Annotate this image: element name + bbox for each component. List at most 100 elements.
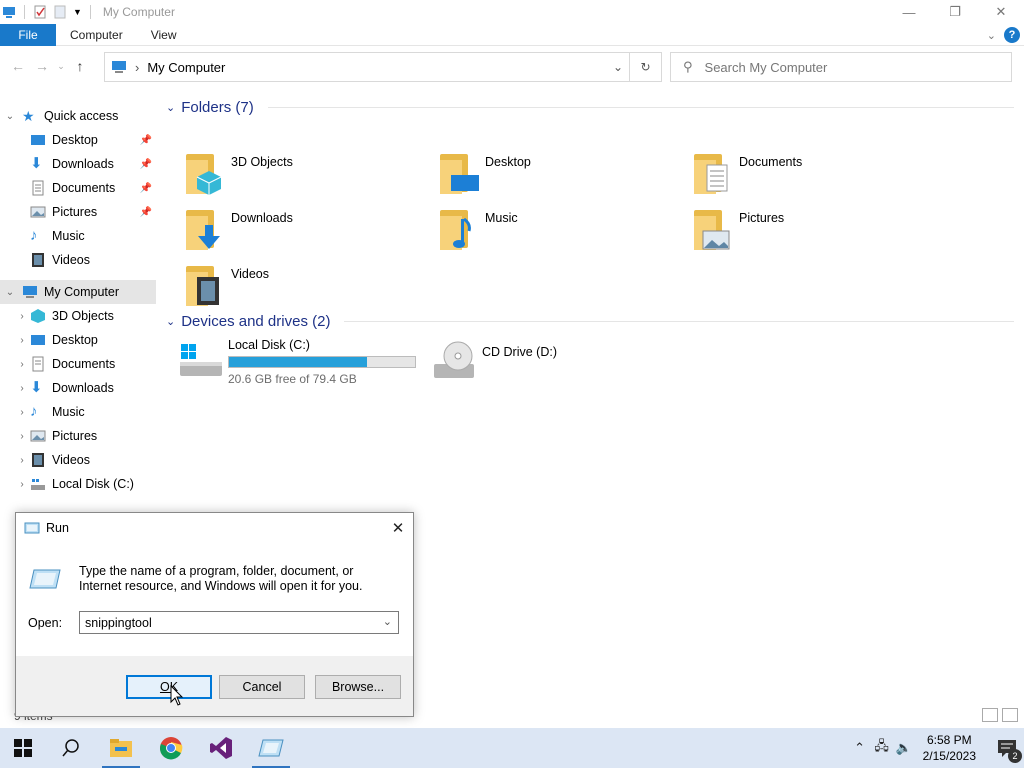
taskbar-search-button[interactable] [46,728,96,768]
refresh-icon[interactable]: ↻ [629,53,661,81]
volume-icon[interactable]: 🔈 [893,740,915,756]
drive-label: Local Disk (C:) [228,338,310,352]
chevron-down-icon[interactable]: ⌄ [383,615,392,628]
sidebar-item-quick-access[interactable]: ⌄ ★ Quick access [0,104,156,128]
sidebar-item-desktop[interactable]: › Desktop [0,328,156,352]
collapsed-chevron-icon[interactable]: › [16,455,28,466]
sidebar-item-3d-objects[interactable]: › 3D Objects [0,304,156,328]
collapsed-chevron-icon[interactable]: › [16,383,28,394]
ok-button[interactable]: OK [126,675,212,699]
taskbar-run[interactable] [246,728,296,768]
sidebar-item-pictures[interactable]: › Pictures [0,424,156,448]
drive-free-space: 20.6 GB free of 79.4 GB [228,372,357,386]
tab-view[interactable]: View [137,24,191,46]
window-title: My Computer [102,5,175,19]
taskbar-visual-studio[interactable] [196,728,246,768]
sidebar-item-music[interactable]: › ♪ Music [0,400,156,424]
taskbar-chrome[interactable] [146,728,196,768]
expanded-chevron-icon[interactable]: ⌄ [4,287,16,298]
network-icon[interactable]: 🖧 [871,737,893,759]
browse-button[interactable]: Browse... [315,675,401,699]
collapsed-chevron-icon[interactable]: › [16,311,28,322]
close-button[interactable]: ✕ [978,0,1024,24]
sidebar-item-my-computer[interactable]: ⌄ My Computer [0,280,156,304]
folders-grid: 3D Objects Desktop Documents Downloads M… [166,118,1024,314]
folder-label: Desktop [485,155,531,169]
system-tray: ⌃ 🖧 🔈 6:58 PM 2/15/2023 2 [849,728,1024,768]
tab-computer[interactable]: Computer [56,24,137,46]
drive-cd-d[interactable]: CD Drive (D:) [420,338,557,384]
close-icon[interactable]: ✕ [383,513,413,542]
expand-ribbon-chevron-icon[interactable]: ⌄ [987,29,996,42]
folders-group-header[interactable]: ⌄ Folders (7) [166,96,1024,118]
collapsed-chevron-icon[interactable]: › [16,431,28,442]
run-dialog-body: Type the name of a program, folder, docu… [16,542,413,656]
details-view-icon[interactable] [982,708,998,722]
taskbar-file-explorer[interactable] [96,728,146,768]
folder-3d-objects[interactable]: 3D Objects [166,148,416,202]
folder-videos[interactable]: Videos [166,260,416,314]
back-arrow-icon[interactable]: ← [6,54,30,78]
collapsed-chevron-icon[interactable]: › [16,479,28,490]
recent-locations-chevron-icon[interactable]: ⌄ [54,54,68,78]
sidebar-item-downloads[interactable]: ⬇ Downloads 📌 [0,152,156,176]
sidebar-item-label: Pictures [52,429,98,443]
tab-file[interactable]: File [0,23,56,46]
up-arrow-icon[interactable]: ↑ [68,54,92,78]
address-dropdown-chevron-icon[interactable]: ⌄ [613,60,623,74]
expanded-chevron-icon[interactable]: ⌄ [166,101,175,114]
folder-pictures[interactable]: Pictures [674,204,924,258]
help-icon[interactable]: ? [1004,27,1020,43]
folder-label: 3D Objects [231,155,293,169]
folder-music[interactable]: Music [420,204,670,258]
videos-icon [30,252,46,268]
expanded-chevron-icon[interactable]: ⌄ [4,111,16,122]
show-hidden-icons-chevron-icon[interactable]: ⌃ [849,740,871,756]
3d-objects-folder-icon [184,152,228,198]
collapsed-chevron-icon[interactable]: › [16,359,28,370]
run-dialog-titlebar[interactable]: Run [16,513,413,542]
documents-folder-icon [692,152,736,198]
start-button[interactable] [0,728,46,768]
computer-app-icon [2,5,16,19]
content-pane: ⌄ Folders (7) 3D Objects Desktop Documen… [166,96,1024,412]
collapsed-chevron-icon[interactable]: › [16,335,28,346]
sidebar-item-downloads[interactable]: › ⬇ Downloads [0,376,156,400]
properties-icon[interactable] [33,5,47,19]
sidebar-item-music[interactable]: ♪ Music [0,224,156,248]
restore-button[interactable]: ❐ [932,0,978,24]
breadcrumb[interactable]: My Computer [147,60,225,75]
folder-documents[interactable]: Documents [674,148,924,202]
open-input-value[interactable]: snippingtool [85,616,152,630]
forward-arrow-icon[interactable]: → [30,54,54,78]
open-combobox[interactable]: snippingtool ⌄ [79,611,399,634]
new-folder-icon[interactable] [53,5,67,19]
sidebar-item-documents[interactable]: Documents 📌 [0,176,156,200]
sidebar-item-local-disk[interactable]: › Local Disk (C:) [0,472,156,496]
sidebar-item-label: Documents [52,357,116,371]
clock[interactable]: 6:58 PM 2/15/2023 [923,732,976,764]
search-input[interactable]: ⚲ Search My Computer [670,52,1012,82]
sidebar-item-videos[interactable]: › Videos [0,448,156,472]
view-toggle [982,708,1018,722]
large-icons-view-icon[interactable] [1002,708,1018,722]
cd-drive-icon [432,338,478,384]
customize-toolbar-chevron-icon[interactable]: ▼ [73,7,82,17]
expanded-chevron-icon[interactable]: ⌄ [166,315,175,328]
sidebar-item-pictures[interactable]: Pictures 📌 [0,200,156,224]
action-center-button[interactable]: 2 [990,739,1024,763]
chrome-icon [160,737,183,760]
sidebar-item-videos[interactable]: Videos [0,248,156,272]
sidebar-item-desktop[interactable]: Desktop 📌 [0,128,156,152]
collapsed-chevron-icon[interactable]: › [16,407,28,418]
folder-downloads[interactable]: Downloads [166,204,416,258]
address-bar[interactable]: › My Computer ⌄ ↻ [104,52,662,82]
minimize-button[interactable]: — [886,0,932,24]
sidebar-item-documents[interactable]: › Documents [0,352,156,376]
cancel-button[interactable]: Cancel [219,675,305,699]
run-icon [258,739,284,757]
desktop-icon [30,132,46,148]
star-icon: ★ [22,108,35,124]
folder-desktop[interactable]: Desktop [420,148,670,202]
drive-local-disk-c[interactable]: Local Disk (C:) 20.6 GB free of 79.4 GB [166,338,416,386]
